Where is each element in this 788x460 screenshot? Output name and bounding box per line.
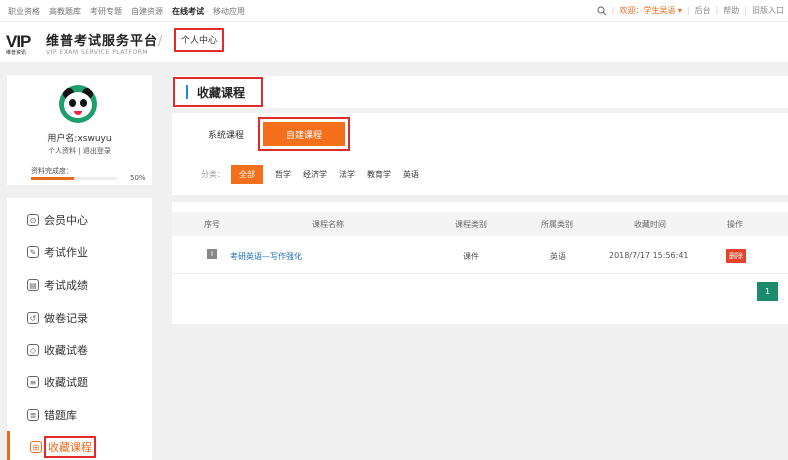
column-header: 所属类别	[541, 220, 573, 229]
course-fav-icon: ⊞	[30, 441, 42, 453]
old-version-link[interactable]: 旧版入口	[752, 5, 784, 16]
menu-item-member-center[interactable]: ⊙ 会员中心	[7, 204, 152, 236]
logo-title: 维普考试服务平台	[46, 34, 159, 49]
help-link[interactable]: 帮助	[723, 5, 739, 16]
logo[interactable]: VIP 维普资讯 维普考试服务平台 VIP EXAM SERVICE PLATF…	[6, 30, 158, 56]
logo-mark: VIP 维普资讯	[6, 32, 44, 56]
menu-item-label: 做卷记录	[44, 312, 88, 325]
title-accent-bar	[186, 85, 188, 99]
divider: |	[78, 147, 81, 155]
top-nav-item-active[interactable]: 在线考试	[172, 6, 204, 17]
main-title-bar	[172, 76, 788, 108]
header: VIP 维普资讯 维普考试服务平台 VIP EXAM SERVICE PLATF…	[0, 22, 788, 62]
delete-button[interactable]: 删除	[726, 249, 746, 263]
divider: |	[686, 6, 690, 15]
homework-icon: ✎	[27, 246, 39, 258]
breadcrumb[interactable]: 个人中心	[174, 28, 225, 52]
paper-fav-icon: ◇	[27, 344, 39, 356]
table-row: I 考研英语—写作强化 课件 英语 2018/7/17 15:56:41 删除	[172, 244, 788, 268]
category-law[interactable]: 法学	[339, 169, 355, 180]
category-filter: 分类： 全部 哲学 经济学 法学 教育学 英语	[201, 165, 419, 184]
profile-link[interactable]: 个人资料	[48, 147, 76, 155]
completion-progress	[31, 177, 117, 180]
top-nav-bar: 职业资格 高教题库 考研专题 自建资源 在线考试 移动应用 | 欢迎：学生吴语 …	[0, 0, 788, 22]
tab-system-courses[interactable]: 系统课程	[198, 117, 254, 151]
menu-item-label: 收藏试卷	[44, 344, 88, 357]
course-category: 英语	[550, 252, 566, 261]
breadcrumb-separator: /	[158, 34, 163, 49]
menu-item-fav-courses[interactable]: ⊞ 收藏课程	[7, 431, 152, 460]
menu-item-scores[interactable]: ▤ 考试成绩	[7, 269, 152, 301]
logo-mark-sub: 维普资讯	[6, 49, 27, 56]
completion-label: 资料完成度：	[31, 167, 73, 175]
category-english[interactable]: 英语	[403, 169, 419, 180]
category-philosophy[interactable]: 哲学	[275, 169, 291, 180]
pagination-page-1[interactable]: 1	[757, 282, 778, 301]
top-nav-item[interactable]: 考研专题	[90, 6, 122, 17]
top-right-links: | 欢迎：学生吴语 ▾ | 后台 | 帮助 | 旧版入口	[597, 5, 784, 16]
course-type-icon: I	[207, 249, 217, 259]
divider: |	[611, 6, 615, 15]
completion-value: 50%	[130, 174, 146, 182]
side-menu: ⊙ 会员中心 ✎ 考试作业 ▤ 考试成绩 ↺ 做卷记录 ◇ 收藏试卷 ≡ 收藏试题 ≣ 错题库…	[7, 198, 152, 460]
menu-item-label: 收藏课程	[44, 436, 96, 458]
top-nav-item[interactable]: 高教题库	[49, 6, 81, 17]
column-header: 序号	[204, 220, 220, 229]
tab-own-courses[interactable]: 自建课程	[258, 117, 350, 151]
history-icon: ↺	[27, 312, 39, 324]
page-title: 收藏课程	[173, 77, 263, 107]
category-label: 分类：	[201, 170, 225, 179]
avatar-eye	[80, 99, 87, 107]
course-name-link[interactable]: 考研英语—写作强化	[230, 251, 302, 262]
menu-item-label: 会员中心	[44, 214, 88, 227]
category-all[interactable]: 全部	[231, 165, 263, 184]
menu-item-wrong-bank[interactable]: ≣ 错题库	[7, 399, 152, 431]
admin-link[interactable]: 后台	[695, 5, 711, 16]
logout-link[interactable]: 退出登录	[83, 147, 111, 155]
category-economics[interactable]: 经济学	[303, 169, 327, 180]
question-fav-icon: ≡	[27, 376, 39, 388]
column-header: 课程名称	[312, 220, 344, 229]
divider: |	[744, 6, 747, 15]
menu-item-label: 错题库	[44, 409, 77, 422]
avatar[interactable]	[59, 85, 97, 123]
search-icon[interactable]	[597, 5, 607, 16]
favorite-time: 2018/7/17 15:56:41	[609, 251, 689, 260]
avatar-eye	[69, 99, 76, 107]
menu-item-label: 考试成绩	[44, 279, 88, 292]
page-title-text: 收藏课程	[197, 86, 246, 100]
logo-subtitle: VIP EXAM SERVICE PLATFORM	[46, 49, 149, 56]
member-icon: ⊙	[27, 214, 39, 226]
wrong-bank-icon: ≣	[27, 409, 39, 421]
top-nav-item[interactable]: 移动应用	[213, 6, 245, 17]
course-type: 课件	[463, 252, 479, 261]
completion-progress-fill	[31, 177, 74, 180]
menu-item-label: 收藏试题	[44, 376, 88, 389]
profile-card: 用户名:xswuyu 个人资料 | 退出登录 资料完成度： 50%	[7, 75, 152, 185]
top-nav-item[interactable]: 自建资源	[131, 6, 163, 17]
top-nav-item[interactable]: 职业资格	[8, 6, 40, 17]
profile-links: 个人资料 | 退出登录	[7, 146, 152, 156]
column-header: 收藏时间	[634, 220, 666, 229]
tab-own-courses-label: 自建课程	[263, 122, 345, 146]
column-header: 操作	[727, 220, 743, 229]
divider: |	[715, 6, 719, 15]
table-header: 序号 课程名称 课程类别 所属类别 收藏时间 操作	[172, 212, 788, 236]
menu-item-fav-papers[interactable]: ◇ 收藏试卷	[7, 334, 152, 366]
menu-item-history[interactable]: ↺ 做卷记录	[7, 302, 152, 334]
row-divider	[172, 273, 788, 274]
username: 用户名:xswuyu	[47, 134, 112, 144]
menu-item-fav-questions[interactable]: ≡ 收藏试题	[7, 366, 152, 398]
menu-item-homework[interactable]: ✎ 考试作业	[7, 236, 152, 268]
welcome-user-menu[interactable]: 欢迎：学生吴语 ▾	[619, 5, 682, 16]
score-icon: ▤	[27, 279, 39, 291]
menu-item-label: 考试作业	[44, 246, 88, 259]
column-header: 课程类别	[455, 220, 487, 229]
category-education[interactable]: 教育学	[367, 169, 391, 180]
top-nav: 职业资格 高教题库 考研专题 自建资源 在线考试 移动应用	[8, 6, 245, 17]
